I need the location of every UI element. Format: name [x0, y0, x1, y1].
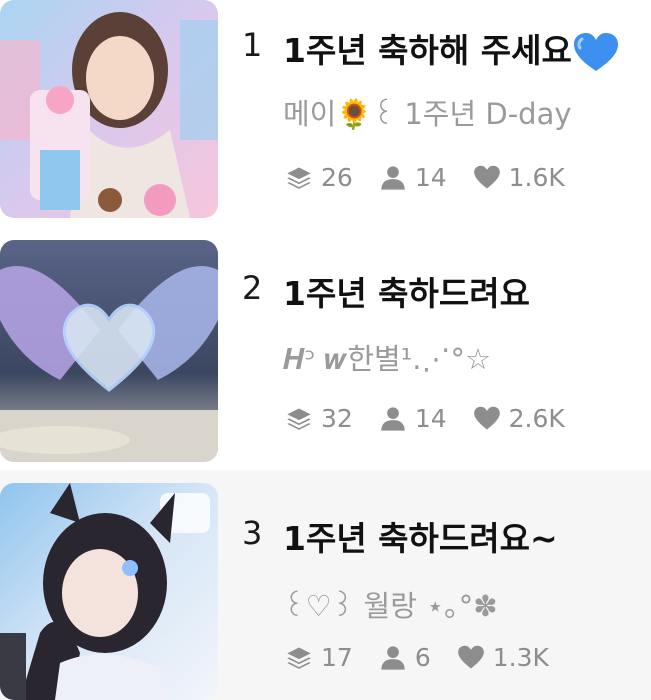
parts-count: 32	[285, 404, 353, 433]
layers-icon	[287, 167, 311, 189]
person-icon	[381, 165, 405, 190]
likes-count-value: 1.6K	[508, 163, 565, 192]
parts-count-value: 26	[321, 163, 353, 192]
likes-count-value: 2.6K	[508, 404, 565, 433]
parts-count-value: 17	[321, 643, 353, 672]
person-icon	[381, 645, 405, 670]
story-row-1[interactable]: 1 1주년 축하해 주세요 메이🌻꒰ 1주년 D-day 26 14 1.6K	[0, 0, 651, 232]
author-name[interactable]: 메이🌻꒰ 1주년 D-day	[283, 91, 572, 133]
story-title[interactable]: 1주년 축하드려요~	[283, 512, 558, 560]
story-title[interactable]: 1주년 축하해 주세요	[283, 24, 618, 73]
readers-count-value: 14	[414, 163, 447, 192]
readers-count: 14	[379, 163, 447, 192]
likes-count-value: 1.3K	[492, 643, 549, 672]
person-icon	[381, 406, 405, 431]
author-name[interactable]: 𝑯ᵓ 𝒘한별¹.⋰°☆	[283, 336, 491, 378]
story-cover-image-2[interactable]	[0, 240, 218, 462]
readers-count: 6	[379, 643, 431, 672]
layers-icon	[287, 647, 311, 669]
likes-count: 2.6K	[473, 404, 565, 433]
readers-count-value: 6	[414, 643, 431, 672]
story-stats: 17 6 1.3K	[285, 643, 575, 672]
story-stats: 26 14 1.6K	[285, 163, 591, 192]
story-stats: 32 14 2.6K	[285, 404, 591, 433]
heart-icon	[457, 645, 484, 668]
parts-count: 17	[285, 643, 353, 672]
story-row-2[interactable]: 2 1주년 축하드려요 𝑯ᵓ 𝒘한별¹.⋰°☆ 32 14 2.6K	[0, 232, 651, 470]
author-name[interactable]: ꒰♡꒱ 월랑 ⋆｡°✽	[283, 583, 498, 625]
story-title[interactable]: 1주년 축하드려요	[283, 267, 530, 315]
layers-icon	[287, 408, 311, 430]
likes-count: 1.6K	[473, 163, 565, 192]
rank-number: 2	[242, 269, 263, 307]
rank-number: 3	[242, 514, 263, 552]
likes-count: 1.3K	[457, 643, 549, 672]
rank-number: 1	[242, 26, 263, 64]
parts-count: 26	[285, 163, 353, 192]
parts-count-value: 32	[321, 404, 353, 433]
blue-heart-emoji-icon	[573, 32, 618, 71]
story-cover-image-1[interactable]	[0, 0, 218, 218]
story-title-text: 1주년 축하해 주세요	[283, 31, 572, 70]
heart-icon	[473, 406, 500, 429]
readers-count-value: 14	[414, 404, 447, 433]
heart-icon	[473, 165, 500, 188]
readers-count: 14	[379, 404, 447, 433]
story-row-3[interactable]: 3 1주년 축하드려요~ ꒰♡꒱ 월랑 ⋆｡°✽ 17 6 1.3K	[0, 470, 651, 700]
story-cover-image-3[interactable]	[0, 483, 218, 700]
